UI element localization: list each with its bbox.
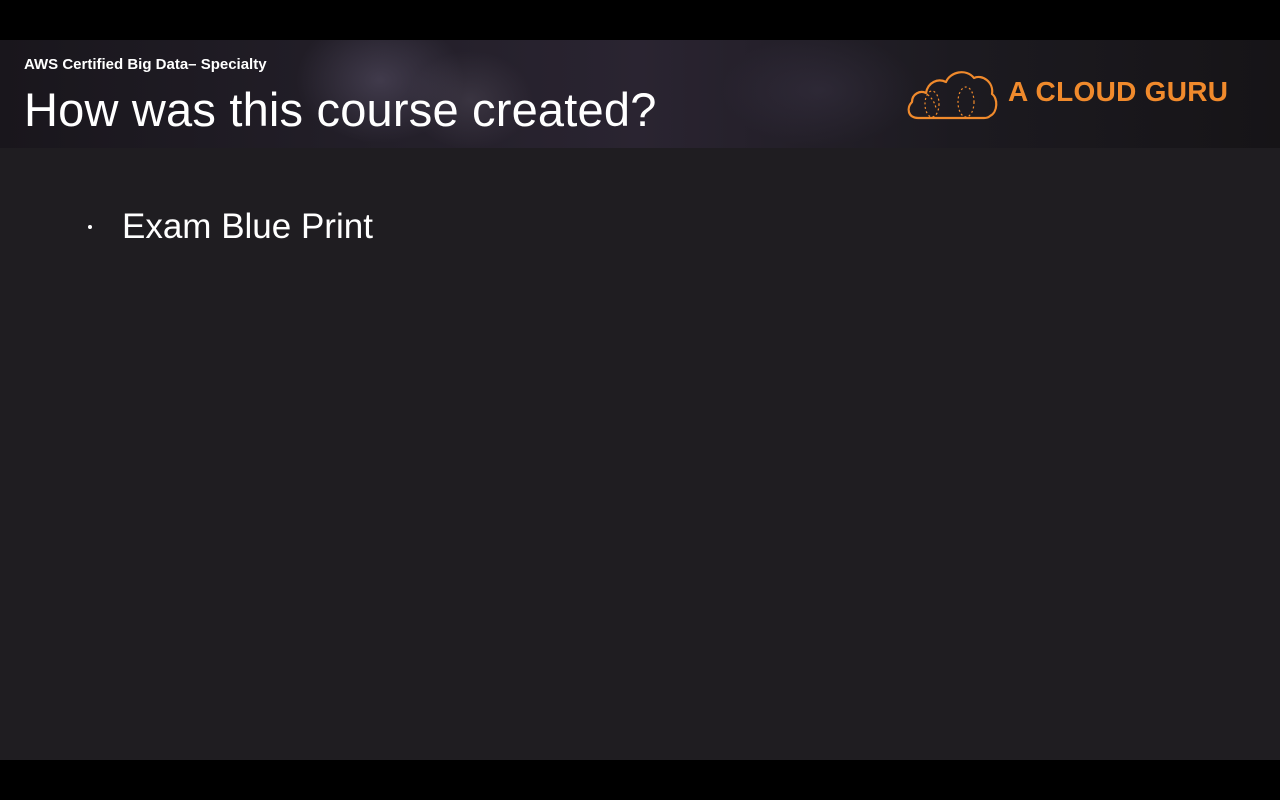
- bullet-item: Exam Blue Print: [84, 202, 373, 252]
- course-subtitle: AWS Certified Big Data– Specialty: [24, 56, 267, 73]
- letterbox-bottom: [0, 760, 1280, 800]
- slide-header: AWS Certified Big Data– Specialty How wa…: [0, 40, 1280, 148]
- slide-title: How was this course created?: [24, 83, 657, 136]
- slide: AWS Certified Big Data– Specialty How wa…: [0, 40, 1280, 760]
- letterbox-top: [0, 0, 1280, 40]
- bullet-text: Exam Blue Print: [122, 207, 373, 246]
- bullet-dot-icon: [88, 225, 92, 229]
- cloud-icon: [907, 71, 998, 120]
- bullet-list: Exam Blue Print: [84, 202, 373, 252]
- brand-logo-text: A CLOUD GURU: [1008, 76, 1229, 107]
- brand-logo: A CLOUD GURU: [904, 66, 1244, 126]
